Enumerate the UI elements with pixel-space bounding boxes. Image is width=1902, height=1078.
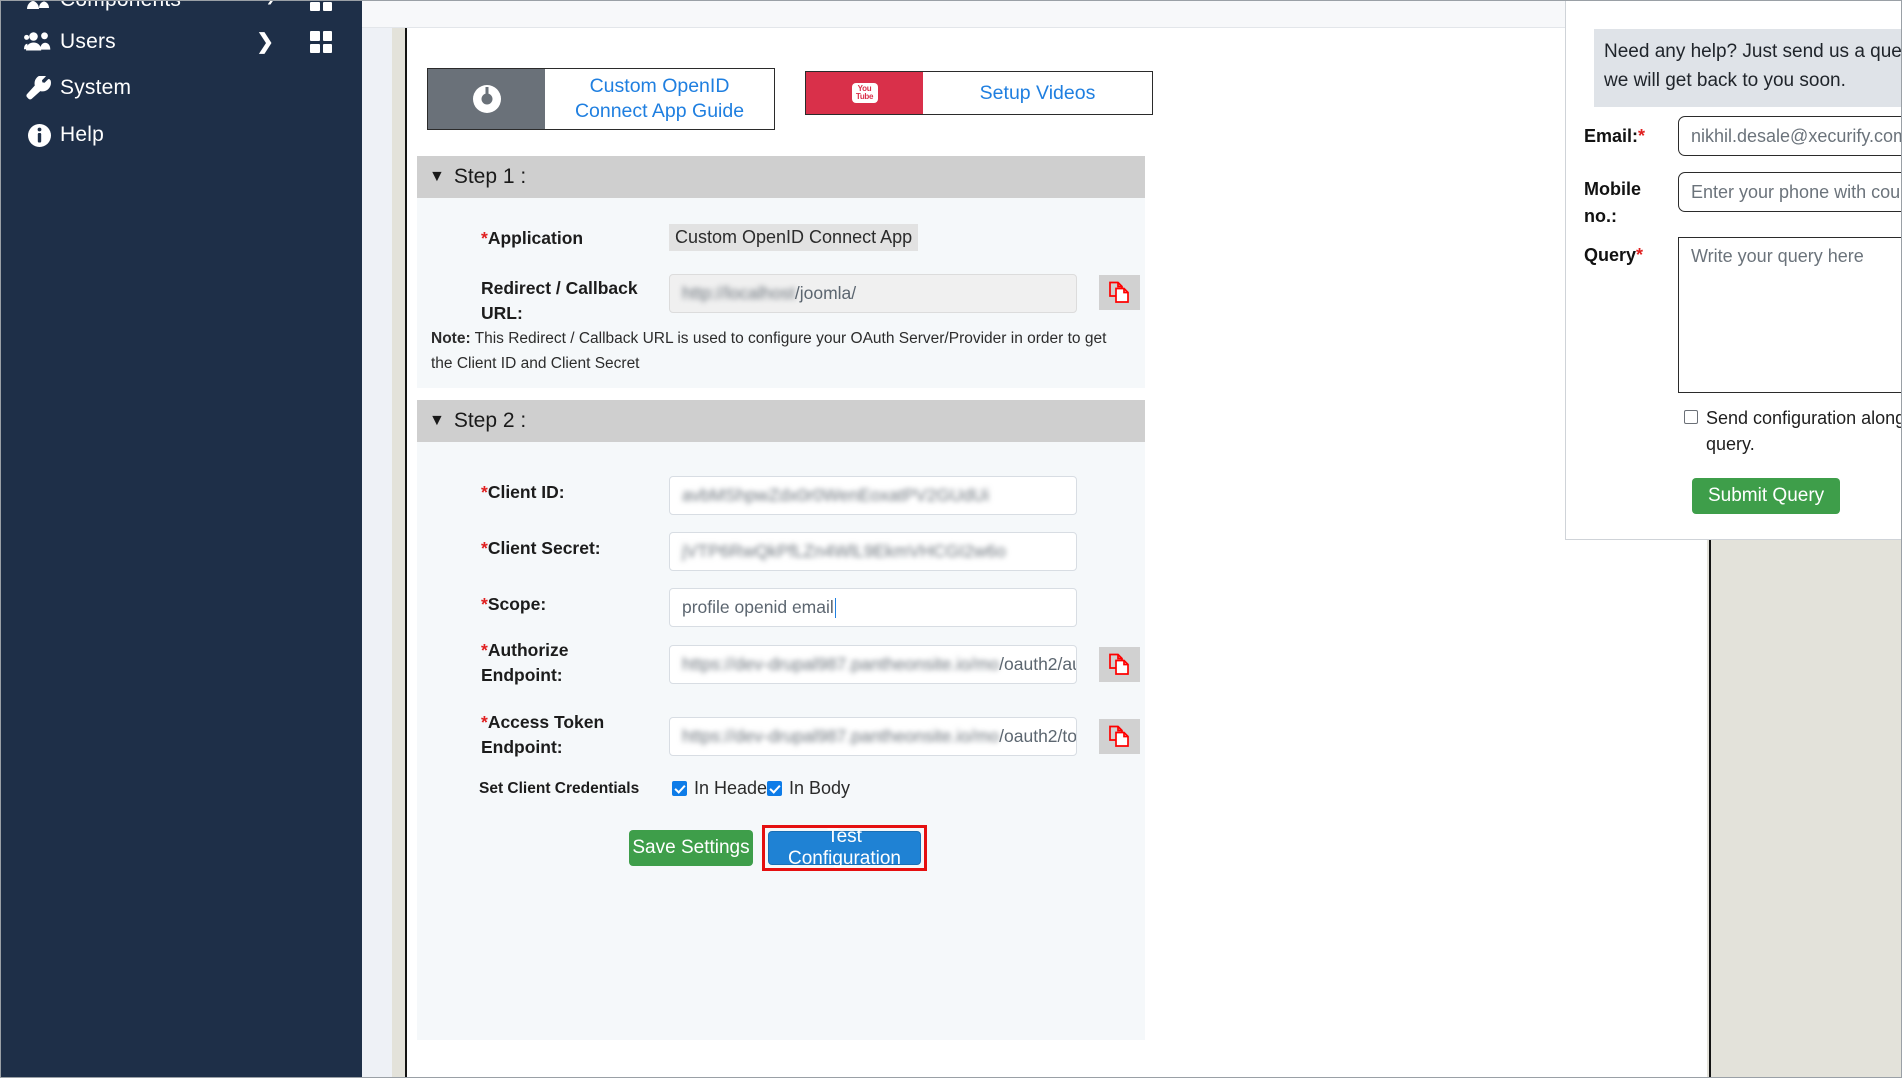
client-secret-input[interactable]: jVTP6RwQkPfLZn4WlL9EkmVHCGI2w6o (669, 532, 1077, 571)
support-query-placeholder: Write your query here (1691, 246, 1864, 266)
client-secret-value: jVTP6RwQkPfLZn4WlL9EkmVHCGI2w6o (682, 541, 1006, 561)
redirect-url-host: http://localhost (682, 283, 795, 303)
client-id-input[interactable]: avbMShpwZdx0r0WenEoxatPV2GUdUi (669, 476, 1077, 515)
grid-icon[interactable] (310, 0, 332, 11)
youtube-text-tube: Tube (855, 92, 874, 101)
copy-icon (1109, 653, 1129, 675)
in-header-checkbox-wrap[interactable]: In Header (672, 778, 773, 799)
components-icon (18, 0, 60, 11)
step1-header[interactable]: ▼ Step 1 : (417, 156, 1145, 198)
users-icon (18, 31, 60, 53)
send-configuration-label: Send configuration along with query. (1706, 408, 1902, 454)
sidebar-item-components[interactable]: Components › (0, 0, 362, 16)
set-client-credentials-label: Set Client Credentials (479, 780, 640, 797)
support-query-textarea[interactable]: Write your query here (1678, 237, 1902, 393)
chrome-icon (428, 69, 545, 129)
support-email-label: Email:* (1584, 126, 1646, 146)
wrench-icon (18, 76, 60, 100)
admin-sidebar: Components › Users ❯ (0, 0, 362, 1078)
sidebar-item-label: Users (60, 30, 116, 53)
send-configuration-checkbox[interactable] (1684, 410, 1698, 424)
authorize-endpoint-host: https://dev-drupal987.pantheonsite.io/mo (682, 654, 1000, 674)
chevron-right-icon[interactable]: › (267, 0, 274, 12)
step1-title: Step 1 : (453, 165, 527, 188)
access-token-endpoint-input[interactable]: https://dev-drupal987.pantheonsite.io/mo… (669, 717, 1077, 756)
copy-authorize-endpoint-button[interactable] (1099, 647, 1140, 682)
access-token-endpoint-label: *Access Token Endpoint: (481, 712, 605, 757)
setup-videos-label: Setup Videos (979, 81, 1096, 104)
copy-icon (1109, 725, 1129, 747)
caret-down-icon: ▼ (429, 168, 445, 185)
access-token-endpoint-path: /oauth2/to (999, 726, 1077, 746)
step1-body: *Application Custom OpenID Connect App R… (417, 198, 1145, 388)
caret-down-icon: ▼ (429, 412, 445, 429)
scope-label: *Scope: (481, 594, 547, 614)
sidebar-item-label: Help (60, 123, 104, 146)
authorize-endpoint-input[interactable]: https://dev-drupal987.pantheonsite.io/mo… (669, 645, 1077, 684)
note-prefix: Note: (431, 330, 471, 347)
page-rail-shadow (392, 28, 406, 1078)
support-email-input[interactable]: nikhil.desale@xecurify.com (1678, 116, 1902, 156)
redirect-url-label: Redirect / Callback URL: (481, 278, 638, 323)
test-configuration-button[interactable]: Test Configuration (768, 826, 921, 869)
send-configuration-checkbox-wrap[interactable]: Send configuration along with query. (1684, 405, 1902, 457)
app-root: Components › Users ❯ (0, 0, 1902, 1078)
client-id-label: *Client ID: (481, 482, 565, 502)
guides-row: Custom OpenID Connect App Guide You Tube (417, 68, 1517, 138)
in-body-label: In Body (789, 778, 851, 798)
content-area: Custom OpenID Connect App Guide You Tube (362, 0, 1902, 1078)
support-mobile-label: Mobile no.: (1584, 179, 1641, 226)
redirect-url-note: Note: This Redirect / Callback URL is us… (431, 326, 1131, 376)
copy-redirect-url-button[interactable] (1099, 275, 1140, 310)
scope-value: profile openid email (682, 597, 834, 617)
info-icon (18, 123, 60, 148)
sidebar-item-system[interactable]: System (0, 63, 362, 113)
support-query-label: Query* (1584, 245, 1644, 265)
youtube-icon: You Tube (806, 72, 923, 114)
step2-header[interactable]: ▼ Step 2 : (417, 400, 1145, 442)
support-email-value: nikhil.desale@xecurify.com (1691, 125, 1902, 146)
authorize-endpoint-path: /oauth2/au (999, 654, 1077, 674)
setup-videos-button[interactable]: You Tube Setup Videos (805, 71, 1153, 115)
support-mobile-input[interactable]: Enter your phone with country code (1678, 172, 1902, 212)
application-label: *Application (481, 228, 584, 248)
client-secret-label: *Client Secret: (481, 538, 601, 558)
sidebar-item-label: Components (60, 0, 181, 12)
in-header-checkbox[interactable] (672, 781, 687, 796)
redirect-url-path: /joomla/ (794, 283, 857, 303)
scope-input[interactable]: profile openid email (669, 588, 1077, 627)
text-cursor (834, 597, 836, 618)
in-body-checkbox-wrap[interactable]: In Body (767, 778, 850, 799)
support-panel: Need any help? Just send us a query and … (1565, 0, 1902, 540)
sidebar-item-help[interactable]: Help (0, 110, 362, 160)
support-mobile-placeholder: Enter your phone with country code (1691, 181, 1902, 202)
page-left-rail (362, 28, 392, 1078)
redirect-url-input[interactable]: http://localhost/joomla/ (669, 274, 1077, 313)
authorize-endpoint-label: *Authorize Endpoint: (481, 640, 569, 685)
grid-icon[interactable] (310, 31, 332, 53)
sidebar-item-users[interactable]: Users ❯ (0, 17, 362, 67)
chevron-right-icon[interactable]: ❯ (256, 30, 274, 55)
save-settings-button[interactable]: Save Settings (629, 830, 753, 866)
step2-body: *Client ID: avbMShpwZdx0r0WenEoxatPV2GUd… (417, 442, 1145, 1040)
app-guide-button[interactable]: Custom OpenID Connect App Guide (427, 68, 775, 130)
step2-title: Step 2 : (453, 409, 527, 432)
copy-access-token-endpoint-button[interactable] (1099, 719, 1140, 754)
access-token-endpoint-host: https://dev-drupal987.pantheonsite.io/mo (682, 726, 1000, 746)
app-guide-label: Custom OpenID Connect App Guide (574, 75, 745, 122)
application-value: Custom OpenID Connect App (669, 224, 919, 251)
copy-icon (1109, 281, 1129, 303)
plugin-settings-card: Custom OpenID Connect App Guide You Tube (407, 28, 1707, 1078)
note-body: This Redirect / Callback URL is used to … (431, 330, 1107, 372)
support-note: Need any help? Just send us a query and … (1594, 29, 1902, 107)
client-id-value: avbMShpwZdx0r0WenEoxatPV2GUdUi (682, 485, 990, 505)
in-header-label: In Header (694, 778, 774, 798)
sidebar-item-label: System (60, 76, 132, 99)
in-body-checkbox[interactable] (767, 781, 782, 796)
submit-query-button[interactable]: Submit Query (1692, 478, 1841, 514)
